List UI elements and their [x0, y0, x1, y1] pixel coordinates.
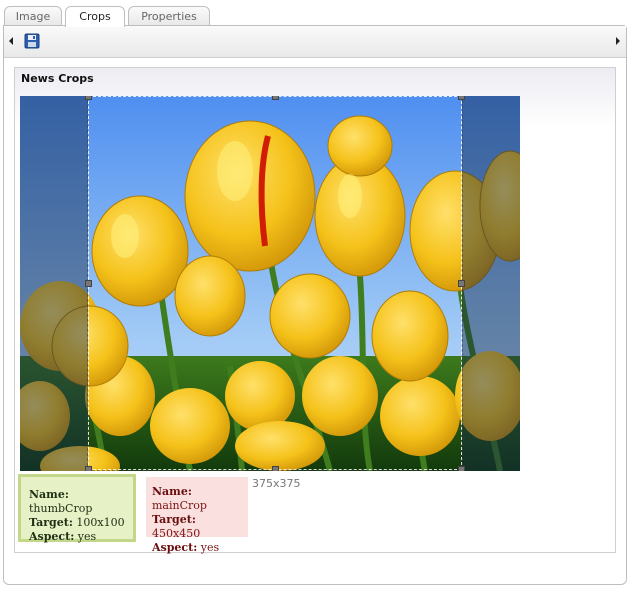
crop-name-row: Name: mainCrop	[152, 485, 242, 513]
crop-dimensions: 375x375	[252, 477, 301, 490]
scroll-right-icon[interactable]	[616, 37, 620, 45]
crop-aspect-row: Aspect: yes	[29, 530, 125, 544]
crop-name-row: Name: thumbCrop	[29, 488, 125, 516]
target-label: Target:	[152, 513, 196, 526]
save-icon[interactable]	[24, 33, 40, 49]
tab-properties[interactable]: Properties	[128, 6, 210, 26]
crop-handle-top[interactable]	[272, 96, 279, 100]
name-label: Name:	[152, 485, 192, 498]
target-label: Target:	[29, 516, 73, 529]
crop-aspect-row: Aspect: yes	[152, 541, 242, 555]
tab-image[interactable]: Image	[4, 6, 62, 26]
crop-shade-right	[462, 96, 520, 471]
crop-handle-left[interactable]	[85, 280, 92, 287]
crop-handle-bottom-right[interactable]	[458, 466, 465, 471]
crop-shade-left	[20, 96, 88, 471]
crop-selection[interactable]	[87, 96, 463, 471]
crop-handle-top-left[interactable]	[85, 96, 92, 100]
crop-name: thumbCrop	[29, 502, 93, 515]
crop-image[interactable]	[20, 96, 520, 471]
crop-handle-top-right[interactable]	[458, 96, 465, 100]
crop-aspect: yes	[77, 530, 97, 543]
crop-aspect: yes	[200, 541, 220, 554]
name-label: Name:	[29, 488, 69, 501]
aspect-label: Aspect:	[29, 530, 75, 543]
crop-target-row: Target: 100x100	[29, 516, 125, 530]
section-title: News Crops	[21, 72, 94, 85]
crop-card-main[interactable]: Name: mainCrop Target: 450x450 Aspect: y…	[146, 477, 248, 554]
crop-card-thumb[interactable]: Name: thumbCrop Target: 100x100 Aspect: …	[18, 474, 136, 544]
crop-target: 450x450	[152, 527, 201, 540]
crop-target-row: Target: 450x450	[152, 513, 242, 541]
tab-crops[interactable]: Crops	[65, 6, 125, 27]
crop-name: mainCrop	[152, 499, 207, 512]
crop-handle-bottom[interactable]	[272, 466, 279, 471]
crop-handle-bottom-left[interactable]	[85, 466, 92, 471]
scroll-left-icon[interactable]	[9, 37, 13, 45]
crop-handle-right[interactable]	[458, 280, 465, 287]
crop-target: 100x100	[76, 516, 125, 529]
toolbar	[4, 26, 626, 58]
aspect-label: Aspect:	[152, 541, 198, 554]
